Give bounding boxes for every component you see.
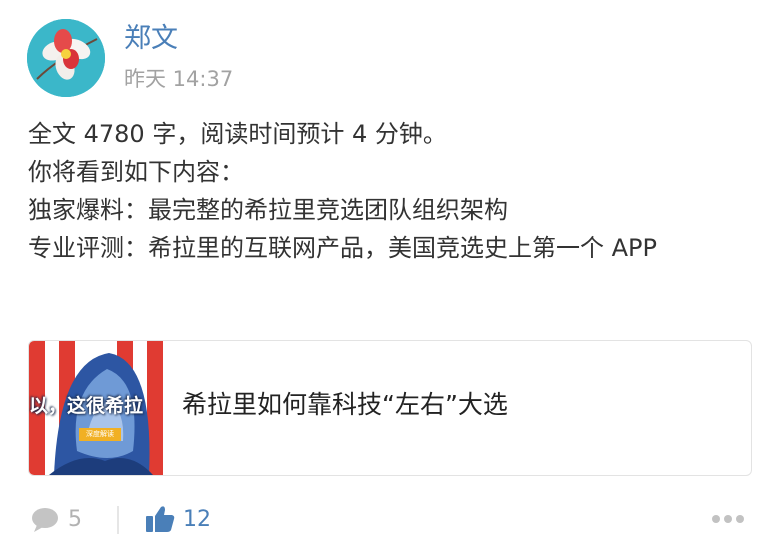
post-item: 郑文 昨天 14:37 全文 4780 字，阅读时间预计 4 分钟。 你将看到如…: [0, 0, 780, 552]
post-timestamp: 昨天 14:37: [124, 67, 234, 91]
thumbnail-caption: 以，这很希拉: [29, 395, 144, 417]
action-bar: 5 12: [0, 495, 780, 545]
flower-avatar-icon[interactable]: [27, 19, 105, 97]
article-thumbnail: 以，这很希拉 深度解读: [29, 341, 163, 475]
action-divider: [117, 506, 119, 534]
like-count[interactable]: 12: [183, 505, 211, 535]
author-name[interactable]: 郑文: [124, 22, 178, 56]
body-line: 专业评测：希拉里的互联网产品，美国竞选史上第一个 APP: [28, 234, 657, 262]
article-link-card[interactable]: 以，这很希拉 深度解读 希拉里如何靠科技“左右”大选: [28, 340, 752, 476]
comment-bubble-icon[interactable]: [30, 507, 60, 533]
body-line: 独家爆料：最完整的希拉里竞选团队组织架构: [28, 196, 508, 224]
body-line: 全文 4780 字，阅读时间预计 4 分钟。: [28, 120, 447, 148]
thumbs-up-icon[interactable]: [145, 504, 175, 534]
article-title[interactable]: 希拉里如何靠科技“左右”大选: [182, 387, 508, 423]
more-dots-icon[interactable]: [711, 514, 745, 524]
comment-count[interactable]: 5: [68, 505, 82, 535]
body-line: 你将看到如下内容：: [28, 158, 244, 186]
thumbnail-badge: 深度解读: [79, 428, 121, 441]
post-body: 全文 4780 字，阅读时间预计 4 分钟。 你将看到如下内容： 独家爆料：最完…: [28, 115, 756, 267]
